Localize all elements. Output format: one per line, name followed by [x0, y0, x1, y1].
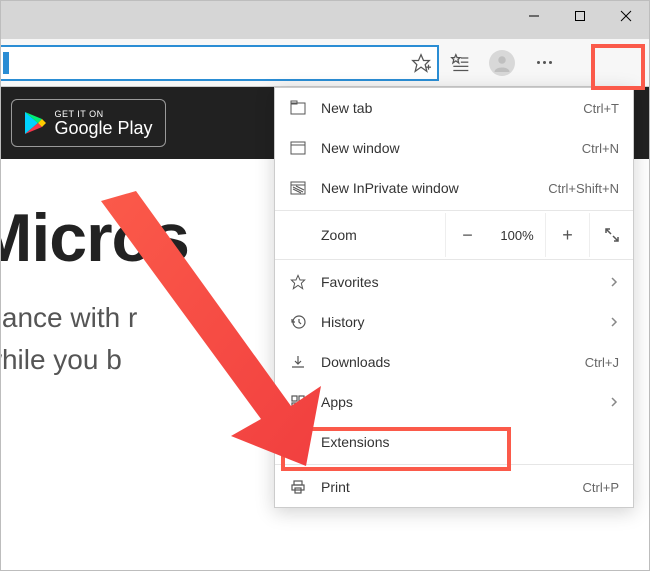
- inprivate-icon: [289, 179, 307, 197]
- maximize-button[interactable]: [557, 1, 603, 31]
- titlebar: [1, 1, 649, 39]
- menu-item-favorites[interactable]: Favorites: [275, 262, 633, 302]
- close-button[interactable]: [603, 1, 649, 31]
- menu-item-downloads[interactable]: Downloads Ctrl+J: [275, 342, 633, 382]
- window-frame: roid. GET IT ON Google Play v Micros erf…: [0, 0, 650, 571]
- zoom-out-button[interactable]: −: [445, 213, 489, 257]
- new-tab-icon: [289, 99, 307, 117]
- favorites-list-icon[interactable]: [439, 42, 481, 84]
- google-play-badge[interactable]: GET IT ON Google Play: [11, 99, 165, 147]
- fullscreen-button[interactable]: [589, 213, 633, 257]
- new-window-icon: [289, 139, 307, 157]
- toolbar: [1, 39, 649, 87]
- download-icon: [289, 353, 307, 371]
- more-menu-button[interactable]: [523, 42, 565, 84]
- more-icon: [537, 61, 552, 64]
- extensions-icon: [289, 433, 307, 451]
- address-bar[interactable]: [1, 45, 439, 81]
- print-icon: [289, 478, 307, 496]
- menu-separator: [275, 464, 633, 465]
- menu-separator: [275, 210, 633, 211]
- gplay-big-text: Google Play: [54, 119, 152, 137]
- apps-icon: [289, 393, 307, 411]
- menu-item-print[interactable]: Print Ctrl+P: [275, 467, 633, 507]
- star-icon: [289, 273, 307, 291]
- menu-zoom-row: Zoom − 100% +: [275, 213, 633, 257]
- minimize-button[interactable]: [511, 1, 557, 31]
- menu-item-new-tab[interactable]: New tab Ctrl+T: [275, 88, 633, 128]
- zoom-label: Zoom: [275, 227, 445, 243]
- zoom-in-button[interactable]: +: [545, 213, 589, 257]
- google-play-icon: [24, 111, 46, 135]
- chevron-right-icon: [609, 317, 619, 327]
- main-menu-dropdown: New tab Ctrl+T New window Ctrl+N New InP…: [274, 87, 634, 508]
- chevron-right-icon: [609, 397, 619, 407]
- menu-item-extensions[interactable]: Extensions: [275, 422, 633, 462]
- add-favorite-icon[interactable]: [411, 53, 431, 73]
- menu-item-new-inprivate[interactable]: New InPrivate window Ctrl+Shift+N: [275, 168, 633, 208]
- menu-item-new-window[interactable]: New window Ctrl+N: [275, 128, 633, 168]
- chevron-right-icon: [609, 277, 619, 287]
- zoom-value: 100%: [489, 228, 545, 243]
- text-cursor: [3, 52, 9, 74]
- profile-button[interactable]: [481, 42, 523, 84]
- avatar-icon: [489, 50, 515, 76]
- menu-separator: [275, 259, 633, 260]
- history-icon: [289, 313, 307, 331]
- menu-item-apps[interactable]: Apps: [275, 382, 633, 422]
- menu-item-history[interactable]: History: [275, 302, 633, 342]
